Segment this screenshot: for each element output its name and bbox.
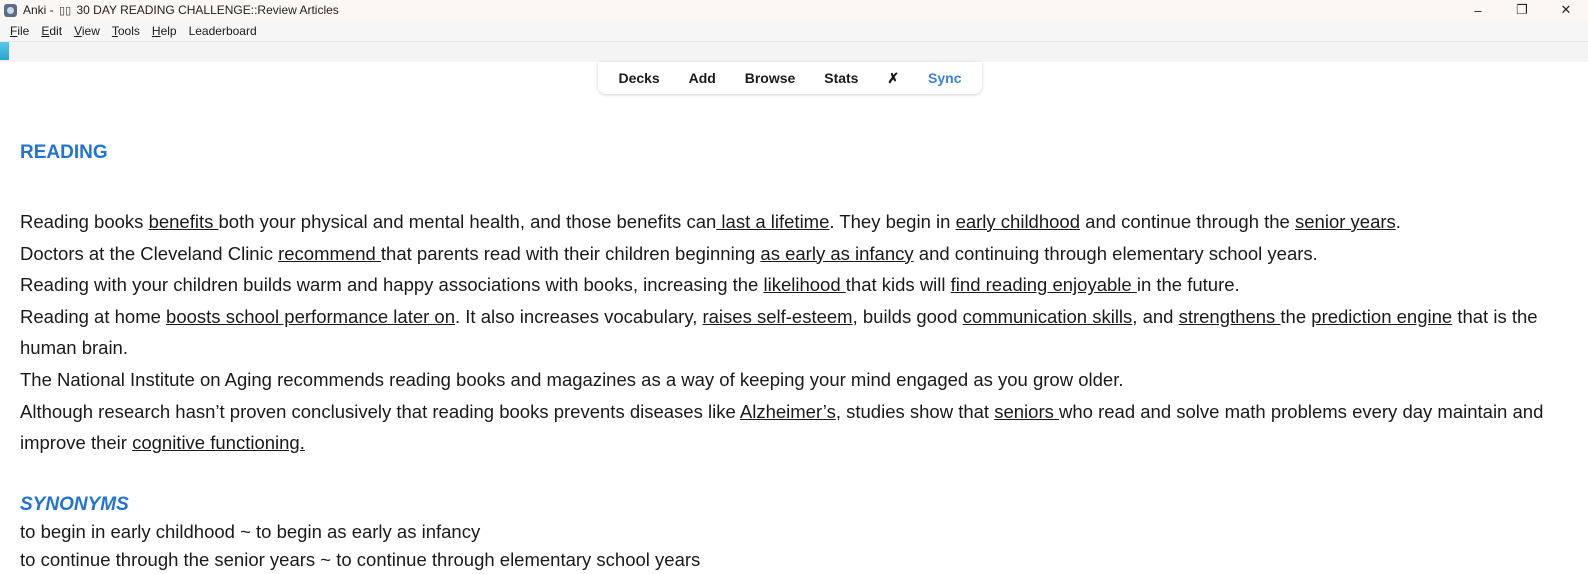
menu-file[interactable]: File	[4, 24, 35, 38]
browse-button[interactable]: Browse	[745, 70, 796, 86]
article-paragraph: Although research hasn’t proven conclusi…	[20, 400, 1544, 454]
article-paragraph: The National Institute on Aging recommen…	[20, 368, 1124, 390]
progress-indicator	[0, 42, 9, 60]
main-toolbar: Decks Add Browse Stats ✗ Sync	[598, 62, 982, 94]
window-controls: – ❐ ✕	[1456, 0, 1588, 20]
menu-edit[interactable]: Edit	[35, 24, 68, 38]
stats-button[interactable]: Stats	[824, 70, 858, 86]
synonym-line: to begin in early childhood ~ to begin a…	[20, 520, 481, 542]
synonyms-heading: SYNONYMS	[20, 493, 129, 515]
menu-bar: File Edit View Tools Help Leaderboard	[0, 20, 1588, 42]
menu-leaderboard[interactable]: Leaderboard	[183, 24, 263, 38]
menu-tools[interactable]: Tools	[106, 24, 146, 38]
menu-help[interactable]: Help	[146, 24, 183, 38]
article-heading: READING	[20, 142, 108, 163]
maximize-icon[interactable]: ❐	[1500, 0, 1544, 20]
title-bar: Anki - ▯▯ 30 DAY READING CHALLENGE::Revi…	[0, 0, 1588, 20]
anki-app-icon	[4, 3, 17, 17]
deck-title: 30 DAY READING CHALLENGE::Review Article…	[76, 3, 339, 17]
synonym-line: to continue through the senior years ~ t…	[20, 548, 701, 570]
article-paragraph: Doctors at the Cleveland Clinic recommen…	[20, 242, 1318, 264]
menu-view[interactable]: View	[68, 24, 106, 38]
article-paragraph: Reading at home boosts school performanc…	[20, 305, 1538, 359]
window-title: Anki - ▯▯ 30 DAY READING CHALLENGE::Revi…	[23, 3, 339, 17]
card-content: READING Reading books benefits both your…	[20, 140, 1568, 574]
app-name: Anki -	[23, 3, 54, 17]
x-button[interactable]: ✗	[887, 70, 899, 87]
add-button[interactable]: Add	[689, 70, 716, 86]
sync-button[interactable]: Sync	[928, 70, 961, 86]
article-paragraph: Reading with your children builds warm a…	[20, 274, 1240, 296]
decks-button[interactable]: Decks	[618, 70, 659, 86]
deck-icon: ▯▯	[59, 5, 72, 17]
progress-strip	[0, 42, 1588, 62]
minimize-icon[interactable]: –	[1456, 0, 1500, 20]
close-icon[interactable]: ✕	[1544, 0, 1588, 20]
article-paragraph: Reading books benefits both your physica…	[20, 211, 1401, 232]
